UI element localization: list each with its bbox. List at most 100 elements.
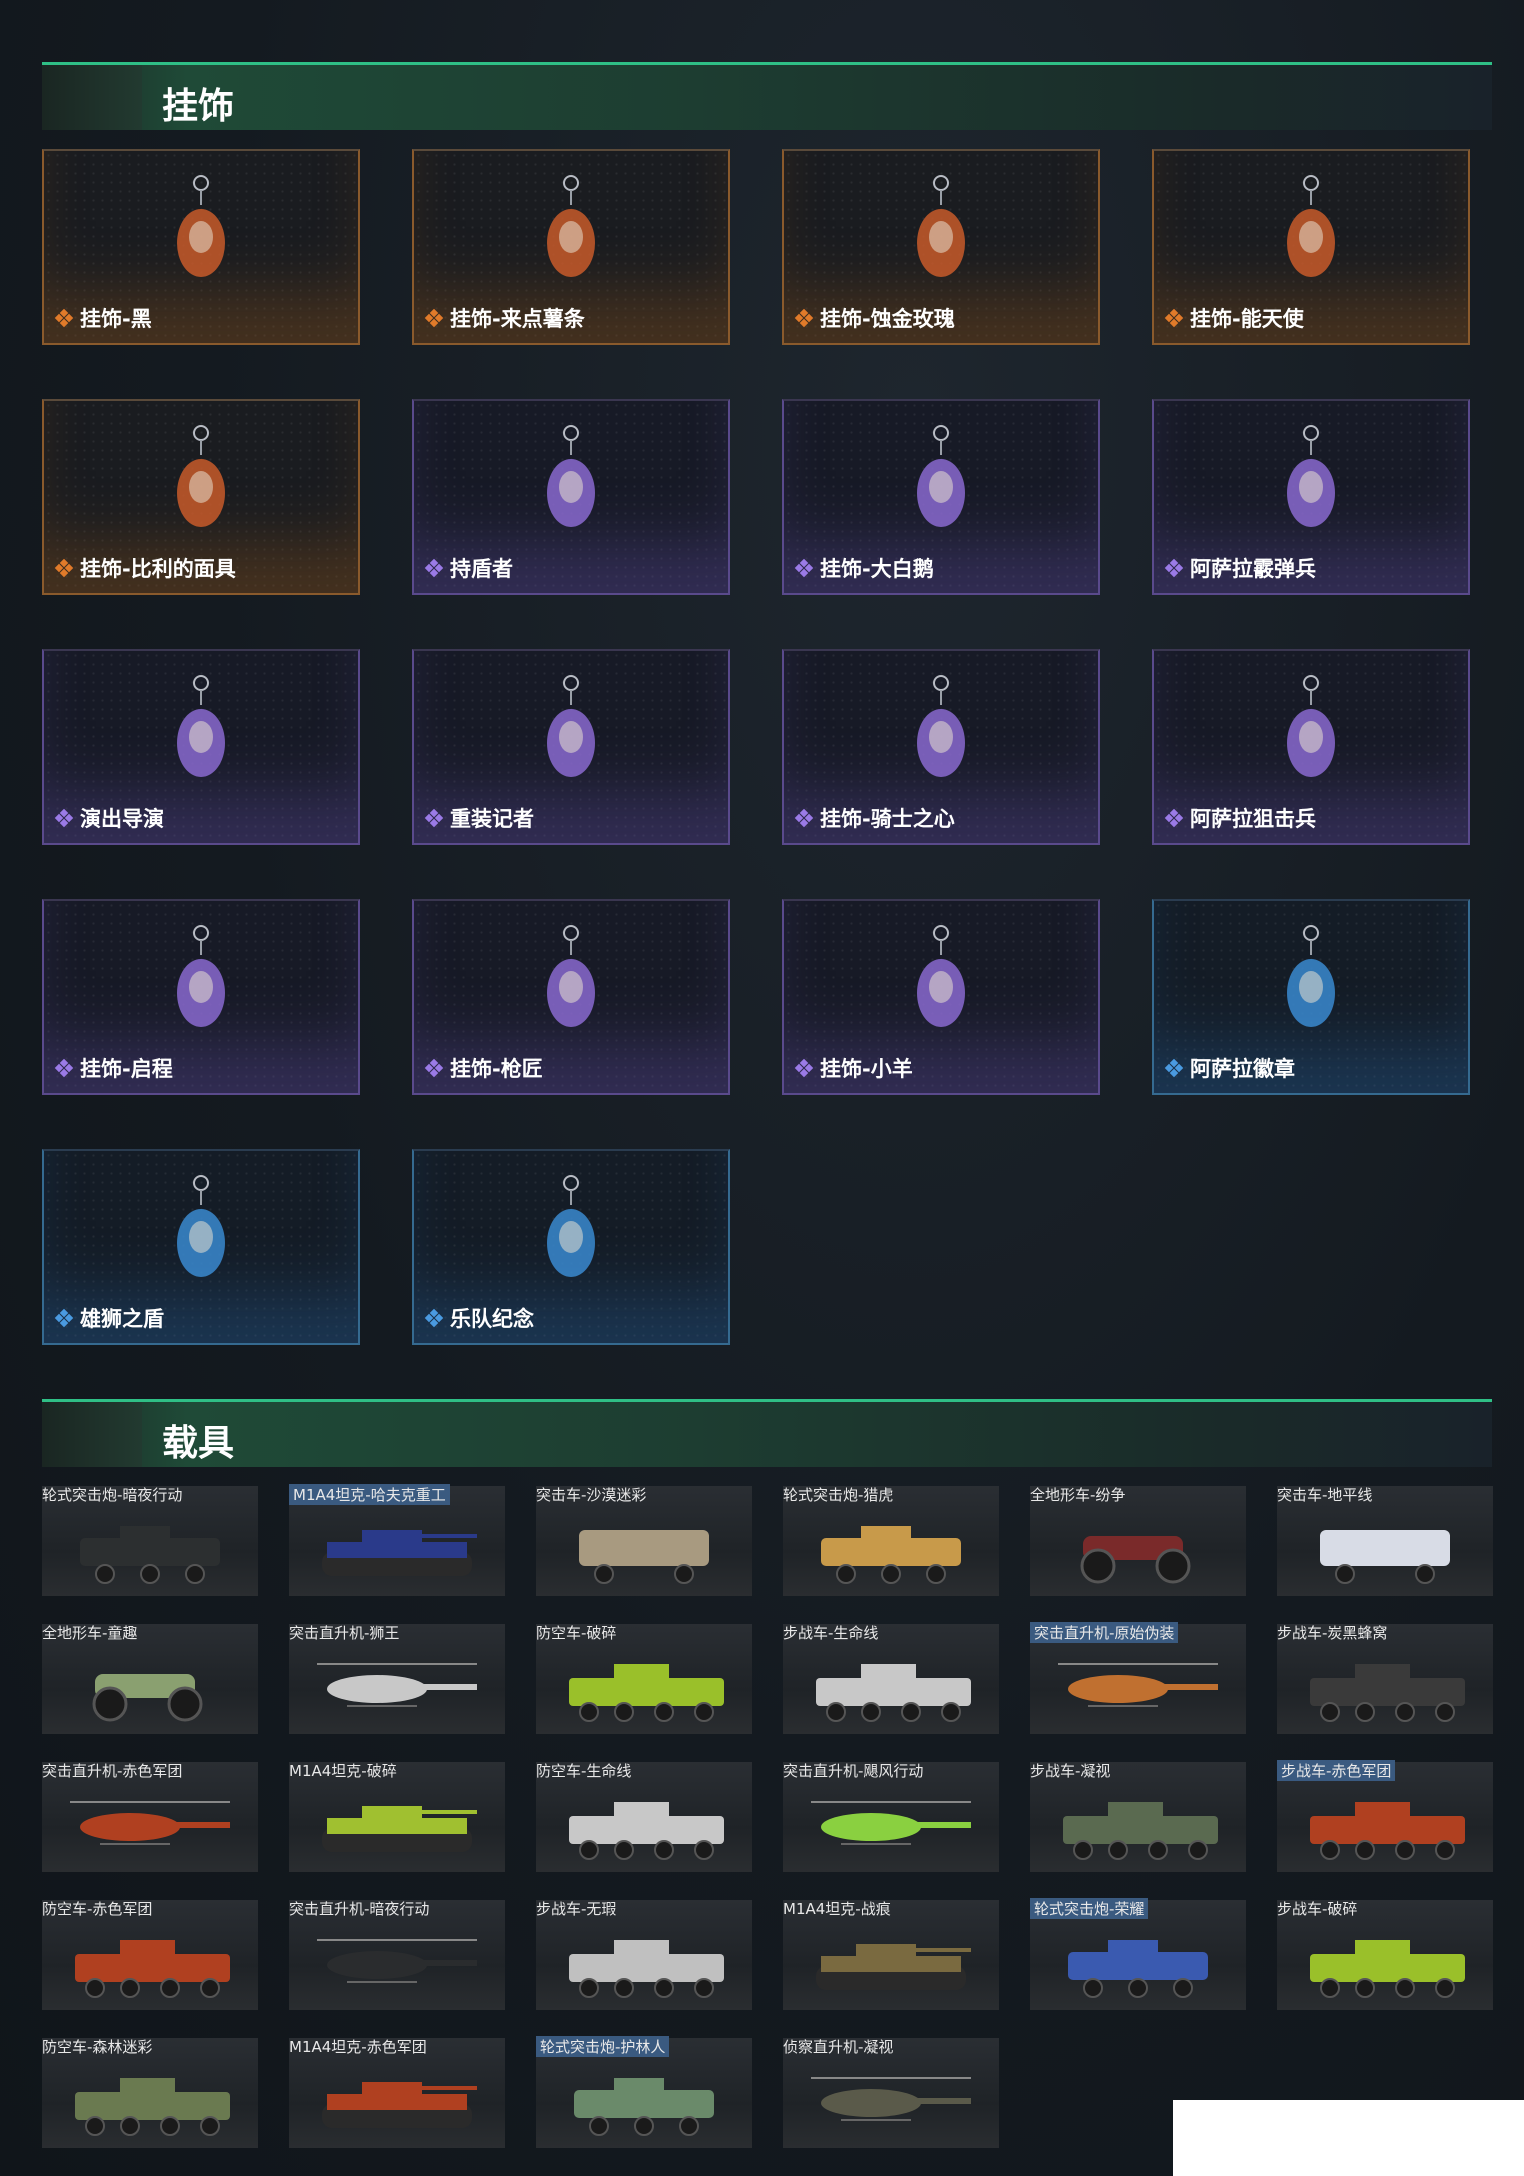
band-badge-pendant-icon bbox=[547, 1175, 595, 1277]
pendant-label: 挂饰-枪匠 bbox=[424, 1053, 543, 1083]
rarity-diamond-icon bbox=[1164, 308, 1184, 328]
pendant-card[interactable]: 挂饰-骑士之心 bbox=[782, 649, 1100, 845]
lion-shield-pendant-icon bbox=[177, 1175, 225, 1277]
pendant-name: 挂饰-小羊 bbox=[820, 1057, 913, 1081]
vehicle-name: 步战车-赤色军团 bbox=[1277, 1760, 1396, 1781]
rarity-diamond-icon bbox=[54, 808, 74, 828]
mask-pendant-icon bbox=[177, 425, 225, 527]
pendant-card[interactable]: 挂饰-能天使 bbox=[1152, 149, 1470, 345]
vehicle-tile[interactable]: 轮式突击炮-猎虎 bbox=[783, 1486, 999, 1596]
truck-vehicle-icon bbox=[1320, 1530, 1450, 1584]
vehicle-name: 步战车-无瑕 bbox=[536, 1900, 617, 1918]
pendant-name: 挂饰-能天使 bbox=[1190, 307, 1304, 331]
pendant-name: 挂饰-大白鹅 bbox=[820, 557, 934, 581]
vehicle-name: 突击直升机-狮王 bbox=[289, 1624, 400, 1642]
vehicle-tile[interactable]: M1A4坦克-赤色军团 bbox=[289, 2038, 505, 2148]
pendant-label: 演出导演 bbox=[54, 803, 164, 833]
gunsmith-pendant-icon bbox=[547, 925, 595, 1027]
vehicle-tile[interactable]: M1A4坦克-战痕 bbox=[783, 1900, 999, 2010]
pendant-card[interactable]: 演出导演 bbox=[42, 649, 360, 845]
vehicle-tile[interactable]: 防空车-破碎 bbox=[536, 1624, 752, 1734]
vehicle-tile[interactable]: 突击车-地平线 bbox=[1277, 1486, 1493, 1596]
wheeled-vehicle-icon bbox=[80, 1526, 220, 1584]
pendant-label: 挂饰-能天使 bbox=[1164, 303, 1304, 333]
pendant-name: 挂饰-启程 bbox=[80, 1057, 173, 1081]
pendant-name: 挂饰-黑 bbox=[80, 307, 152, 331]
vehicle-tile[interactable]: 全地形车-童趣 bbox=[42, 1624, 258, 1734]
tank-vehicle-icon bbox=[322, 2082, 477, 2128]
vehicle-tile[interactable]: M1A4坦克-破碎 bbox=[289, 1762, 505, 1872]
vehicle-tile[interactable]: 轮式突击炮-荣耀 bbox=[1030, 1898, 1246, 2010]
heli-vehicle-icon bbox=[70, 1801, 230, 1845]
vehicle-tile[interactable]: 侦察直升机-凝视 bbox=[783, 2038, 999, 2148]
vehicle-tile[interactable]: 轮式突击炮-护林人 bbox=[536, 2036, 752, 2148]
vehicle-tile[interactable]: 步战车-生命线 bbox=[783, 1624, 999, 1734]
vehicle-name: 轮式突击炮-荣耀 bbox=[1030, 1898, 1149, 1919]
pendant-card[interactable]: 乐队纪念 bbox=[412, 1149, 730, 1345]
vehicle-tile[interactable]: 突击直升机-原始伪装 bbox=[1030, 1622, 1246, 1734]
vehicle-tile[interactable]: 轮式突击炮-暗夜行动 bbox=[42, 1486, 258, 1596]
vehicle-tile[interactable]: 步战车-凝视 bbox=[1030, 1762, 1246, 1872]
pendant-card[interactable]: 雄狮之盾 bbox=[42, 1149, 360, 1345]
pendant-card[interactable]: 挂饰-黑 bbox=[42, 149, 360, 345]
pendant-label: 阿萨拉霰弹兵 bbox=[1164, 553, 1316, 583]
fries-pendant-icon bbox=[547, 175, 595, 277]
heli-vehicle-icon bbox=[1058, 1663, 1218, 1707]
vehicle-tile[interactable]: 步战车-赤色军团 bbox=[1277, 1760, 1493, 1872]
truck-vehicle-icon bbox=[579, 1530, 709, 1584]
pendant-label: 持盾者 bbox=[424, 553, 513, 583]
vehicle-name: 突击车-沙漠迷彩 bbox=[536, 1486, 647, 1504]
vehicle-tile[interactable]: 突击直升机-狮王 bbox=[289, 1624, 505, 1734]
reporter-figure-icon bbox=[547, 675, 595, 777]
shield-bearer-figure-icon bbox=[547, 425, 595, 527]
wheeled-vehicle-icon bbox=[1068, 1940, 1208, 1998]
header-tab-stub bbox=[42, 1402, 142, 1467]
pendant-card[interactable]: 挂饰-大白鹅 bbox=[782, 399, 1100, 595]
rarity-diamond-icon bbox=[424, 558, 444, 578]
vehicle-tile[interactable]: 突击直升机-暗夜行动 bbox=[289, 1900, 505, 2010]
vehicle-tile[interactable]: 防空车-森林迷彩 bbox=[42, 2038, 258, 2148]
vehicle-name: 全地形车-童趣 bbox=[42, 1624, 138, 1642]
vehicle-tile[interactable]: 步战车-破碎 bbox=[1277, 1900, 1493, 2010]
pendant-card[interactable]: 重装记者 bbox=[412, 649, 730, 845]
pendant-card[interactable]: 挂饰-来点薯条 bbox=[412, 149, 730, 345]
vehicle-tile[interactable]: 防空车-生命线 bbox=[536, 1762, 752, 1872]
pendant-card[interactable]: 持盾者 bbox=[412, 399, 730, 595]
vehicle-name: M1A4坦克-赤色军团 bbox=[289, 2038, 427, 2056]
vehicle-name: 轮式突击炮-护林人 bbox=[536, 2036, 670, 2057]
pendant-card[interactable]: 阿萨拉霰弹兵 bbox=[1152, 399, 1470, 595]
pendant-card[interactable]: 挂饰-启程 bbox=[42, 899, 360, 1095]
pendant-card[interactable]: 挂饰-比利的面具 bbox=[42, 399, 360, 595]
pendant-label: 阿萨拉徽章 bbox=[1164, 1053, 1295, 1083]
vehicle-tile[interactable]: M1A4坦克-哈夫克重工 bbox=[289, 1484, 505, 1596]
pendant-name: 挂饰-比利的面具 bbox=[80, 557, 236, 581]
pendant-name: 挂饰-枪匠 bbox=[450, 1057, 543, 1081]
pendant-name: 重装记者 bbox=[450, 807, 534, 831]
apc-vehicle-icon bbox=[569, 1802, 724, 1860]
pendant-name: 持盾者 bbox=[450, 557, 513, 581]
vehicle-tile[interactable]: 全地形车-纷争 bbox=[1030, 1486, 1246, 1596]
vehicles-section-header: 载具 bbox=[42, 1399, 1492, 1467]
pendant-card[interactable]: 挂饰-枪匠 bbox=[412, 899, 730, 1095]
vehicle-name: 防空车-赤色军团 bbox=[42, 1900, 153, 1918]
vehicle-tile[interactable]: 步战车-无瑕 bbox=[536, 1900, 752, 2010]
vehicle-name: 轮式突击炮-暗夜行动 bbox=[42, 1486, 183, 1504]
pendant-name: 阿萨拉狙击兵 bbox=[1190, 807, 1316, 831]
pendant-card[interactable]: 挂饰-小羊 bbox=[782, 899, 1100, 1095]
pendant-card[interactable]: 阿萨拉徽章 bbox=[1152, 899, 1470, 1095]
rarity-diamond-icon bbox=[54, 1308, 74, 1328]
vehicle-name: 步战车-破碎 bbox=[1277, 1900, 1358, 1918]
vehicle-tile[interactable]: 突击车-沙漠迷彩 bbox=[536, 1486, 752, 1596]
vehicle-tile[interactable]: 突击直升机-赤色军团 bbox=[42, 1762, 258, 1872]
vehicle-tile[interactable]: 防空车-赤色军团 bbox=[42, 1900, 258, 2010]
pendant-card[interactable]: 挂饰-蚀金玫瑰 bbox=[782, 149, 1100, 345]
vehicle-name: 防空车-破碎 bbox=[536, 1624, 617, 1642]
vehicle-tile[interactable]: 突击直升机-飓风行动 bbox=[783, 1762, 999, 1872]
vehicle-name: 步战车-生命线 bbox=[783, 1624, 879, 1642]
header-tab-stub bbox=[42, 65, 142, 130]
tank-vehicle-icon bbox=[322, 1806, 477, 1852]
vehicle-tile[interactable]: 步战车-炭黑蜂窝 bbox=[1277, 1624, 1493, 1734]
pendants-section-header: 挂饰 bbox=[42, 62, 1492, 130]
pendant-card[interactable]: 阿萨拉狙击兵 bbox=[1152, 649, 1470, 845]
pendant-label: 挂饰-启程 bbox=[54, 1053, 173, 1083]
